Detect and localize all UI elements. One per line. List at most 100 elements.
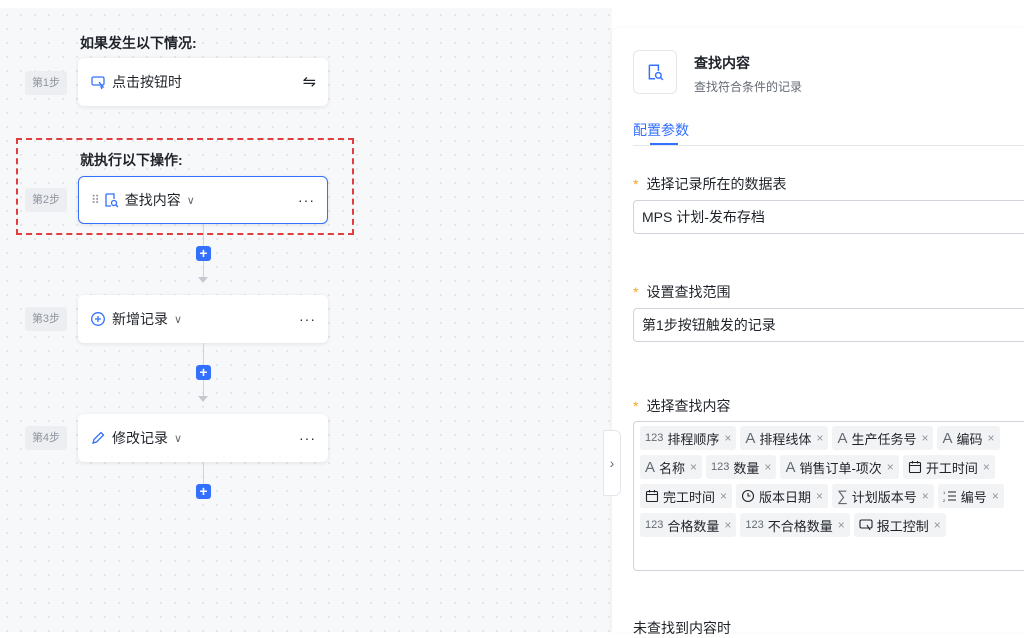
- remove-tag-icon[interactable]: ×: [992, 489, 999, 503]
- button-click-icon: [90, 74, 106, 90]
- trigger-title: 如果发生以下情况:: [80, 35, 197, 51]
- field-tag-label: 不合格数量: [767, 518, 833, 534]
- tab-config-params[interactable]: 配置参数: [633, 120, 689, 140]
- modify-record-card[interactable]: 修改记录 ∨ ···: [78, 414, 328, 462]
- range-field-label: * 设置查找范围: [633, 282, 730, 302]
- more-icon[interactable]: ···: [299, 311, 316, 327]
- field-tag-label: 生产任务号: [851, 431, 917, 447]
- number-field-icon: 123: [645, 519, 664, 531]
- flow-canvas: 如果发生以下情况: 第1步 点击按钮时 ⇋ 就执行以下操作: 第2步 ⠿ 查找内…: [0, 8, 612, 632]
- not-found-label: 未查找到内容时: [633, 620, 731, 636]
- step-4-tag: 第4步: [25, 426, 67, 450]
- remove-tag-icon[interactable]: ×: [887, 460, 894, 474]
- number-field-icon: 123: [745, 519, 764, 531]
- table-field-label: * 选择记录所在的数据表: [633, 174, 786, 194]
- field-tag[interactable]: 1 2 编号 ×: [937, 484, 1004, 508]
- field-tag-label: 版本日期: [759, 489, 812, 505]
- text-field-icon: A: [645, 458, 656, 476]
- field-tag[interactable]: A 编码 ×: [937, 426, 1000, 450]
- field-tag-label: 销售订单-项次: [799, 460, 882, 476]
- remove-tag-icon[interactable]: ×: [720, 489, 727, 503]
- remove-tag-icon[interactable]: ×: [988, 431, 995, 445]
- field-tag-label: 完工时间: [663, 489, 716, 505]
- field-tag[interactable]: 123 合格数量 ×: [640, 513, 737, 537]
- svg-text:1: 1: [943, 490, 946, 495]
- range-field-label-text: 设置查找范围: [646, 284, 731, 300]
- more-icon[interactable]: ···: [299, 430, 316, 446]
- field-tag[interactable]: 123 不合格数量 ×: [740, 513, 850, 537]
- field-tag[interactable]: A 销售订单-项次 ×: [780, 455, 899, 479]
- connector-line: [203, 462, 204, 484]
- chevron-down-icon[interactable]: ∨: [174, 432, 182, 445]
- chevron-down-icon[interactable]: ∨: [174, 313, 182, 326]
- field-tag[interactable]: 完工时间 ×: [640, 484, 733, 508]
- field-tag[interactable]: 123 排程顺序 ×: [640, 426, 737, 450]
- field-tag[interactable]: ∑ 计划版本号 ×: [832, 484, 934, 508]
- table-field-label-text: 选择记录所在的数据表: [646, 176, 787, 192]
- trigger-card[interactable]: 点击按钮时 ⇋: [78, 58, 328, 106]
- remove-tag-icon[interactable]: ×: [921, 431, 928, 445]
- add-step-button-1[interactable]: +: [196, 246, 211, 261]
- auto-number-icon: 12: [943, 489, 957, 503]
- field-tag[interactable]: A 名称 ×: [640, 455, 703, 479]
- pencil-icon: [90, 430, 106, 446]
- field-tag[interactable]: A 排程线体 ×: [740, 426, 829, 450]
- switch-trigger-icon[interactable]: ⇋: [303, 72, 316, 92]
- remove-tag-icon[interactable]: ×: [922, 489, 929, 503]
- panel-title: 查找内容: [694, 55, 750, 71]
- field-tag-label: 计划版本号: [851, 489, 917, 505]
- remove-tag-icon[interactable]: ×: [764, 460, 771, 474]
- calendar-icon: [908, 460, 922, 474]
- chevron-right-icon: ›: [609, 455, 615, 471]
- connector-line: [203, 343, 204, 365]
- add-step-button-3[interactable]: +: [196, 484, 211, 499]
- connector-line: [203, 261, 204, 277]
- field-tag[interactable]: 123 数量 ×: [706, 455, 777, 479]
- content-field-label: * 选择查找内容: [633, 396, 730, 416]
- clock-icon: [741, 489, 755, 503]
- add-record-label: 新增记录: [112, 311, 168, 327]
- required-mark: *: [633, 398, 639, 414]
- trigger-label: 点击按钮时: [112, 74, 182, 90]
- connector-arrow: [198, 396, 208, 402]
- calendar-icon: [645, 489, 659, 503]
- remove-tag-icon[interactable]: ×: [724, 518, 731, 532]
- required-mark: *: [633, 284, 639, 300]
- remove-tag-icon[interactable]: ×: [816, 431, 823, 445]
- remove-tag-icon[interactable]: ×: [934, 518, 941, 532]
- highlight-box: [16, 138, 354, 235]
- range-select[interactable]: 第1步按钮触发的记录: [633, 308, 1024, 342]
- text-field-icon: A: [745, 429, 756, 447]
- config-panel: 查找内容 查找符合条件的记录 配置参数 * 选择记录所在的数据表 MPS 计划-发…: [612, 28, 1024, 636]
- field-tag-label: 开工时间: [925, 460, 978, 476]
- field-tag-label: 排程线体: [759, 431, 812, 447]
- panel-subtitle: 查找符合条件的记录: [694, 80, 803, 94]
- field-tag-label: 数量: [733, 460, 760, 476]
- text-field-icon: A: [942, 429, 953, 447]
- field-tag[interactable]: 报工控制 ×: [853, 513, 946, 537]
- remove-tag-icon[interactable]: ×: [838, 518, 845, 532]
- add-step-button-2[interactable]: +: [196, 365, 211, 380]
- svg-text:2: 2: [943, 498, 946, 503]
- modify-record-label: 修改记录: [112, 430, 168, 446]
- remove-tag-icon[interactable]: ×: [983, 460, 990, 474]
- required-mark: *: [633, 176, 639, 192]
- number-field-icon: 123: [711, 461, 730, 473]
- text-field-icon: A: [837, 429, 848, 447]
- field-tag[interactable]: 开工时间 ×: [902, 455, 995, 479]
- field-tag[interactable]: 版本日期 ×: [736, 484, 829, 508]
- field-tag[interactable]: A 生产任务号 ×: [832, 426, 934, 450]
- field-tag-label: 编码: [956, 431, 983, 447]
- field-tag-label: 名称: [659, 460, 686, 476]
- collapse-panel-button[interactable]: ›: [603, 430, 621, 496]
- content-tag-select[interactable]: 123 排程顺序 × A 排程线体 × A 生产任务号 × A 编码 × A 名称 × 123 数量 × A 销售订单…: [633, 421, 1024, 571]
- remove-tag-icon[interactable]: ×: [690, 460, 697, 474]
- table-select[interactable]: MPS 计划-发布存档: [633, 200, 1024, 234]
- button-field-icon: [859, 518, 873, 532]
- remove-tag-icon[interactable]: ×: [816, 489, 823, 503]
- remove-tag-icon[interactable]: ×: [724, 431, 731, 445]
- number-field-icon: 123: [645, 432, 664, 444]
- text-field-icon: A: [785, 458, 796, 476]
- add-record-card[interactable]: 新增记录 ∨ ···: [78, 295, 328, 343]
- field-tag-label: 排程顺序: [667, 431, 720, 447]
